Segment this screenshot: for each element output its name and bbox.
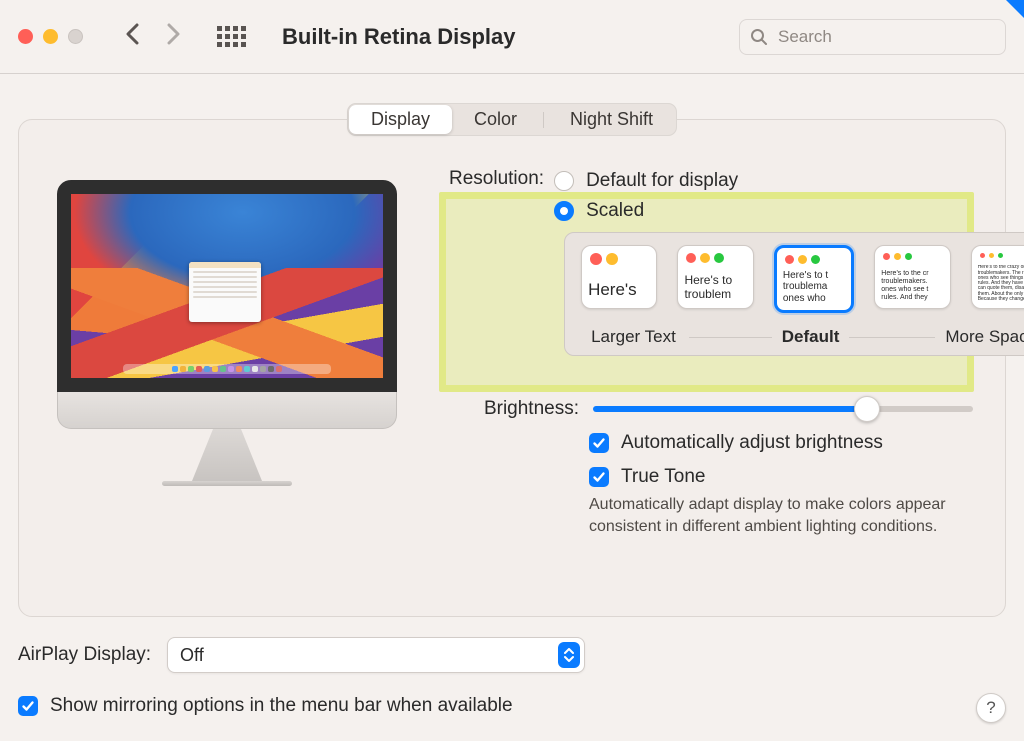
window-title: Built-in Retina Display bbox=[282, 24, 515, 50]
window-traffic-lights bbox=[18, 29, 83, 44]
minimize-window-button[interactable] bbox=[43, 29, 58, 44]
settings-panel: Resolution: Default for display Scaled bbox=[18, 119, 1006, 617]
scale-option-4[interactable]: Here's to the cr troublemakers. ones who… bbox=[874, 245, 950, 309]
true-tone-help-text: Automatically adapt display to make colo… bbox=[589, 494, 959, 537]
close-window-button[interactable] bbox=[18, 29, 33, 44]
page-corner-decoration bbox=[1006, 0, 1024, 18]
scale-label-larger: Larger Text bbox=[581, 327, 686, 347]
checkbox-true-tone-label: True Tone bbox=[621, 466, 706, 488]
select-stepper-icon bbox=[558, 642, 580, 668]
resolution-label: Resolution: bbox=[449, 166, 554, 190]
checkbox-auto-brightness[interactable] bbox=[589, 433, 609, 453]
scale-label-more-space: More Space bbox=[935, 327, 1024, 347]
tab-bar: Display Color Night Shift bbox=[347, 103, 677, 136]
radio-default-for-display[interactable] bbox=[554, 171, 574, 191]
search-field-wrapper[interactable] bbox=[739, 19, 1006, 55]
checkbox-show-mirroring[interactable] bbox=[18, 696, 38, 716]
help-button[interactable]: ? bbox=[976, 693, 1006, 723]
airplay-display-label: AirPlay Display: bbox=[18, 644, 151, 666]
tab-separator bbox=[543, 112, 544, 128]
brightness-slider[interactable] bbox=[593, 406, 973, 412]
scale-option-5[interactable]: Here's to the crazy one troublemakers. T… bbox=[971, 245, 1024, 309]
scale-label-default: Default bbox=[772, 327, 850, 347]
show-all-prefs-button[interactable] bbox=[217, 26, 246, 47]
tab-night-shift[interactable]: Night Shift bbox=[548, 105, 675, 134]
brightness-label: Brightness: bbox=[449, 398, 589, 420]
scale-option-3-selected[interactable]: Here's to t troublema ones who bbox=[774, 245, 854, 313]
help-icon: ? bbox=[986, 698, 995, 718]
window-toolbar: Built-in Retina Display bbox=[0, 0, 1024, 74]
checkbox-true-tone[interactable] bbox=[589, 467, 609, 487]
search-icon bbox=[750, 28, 768, 46]
scaled-resolution-picker: Here's Here's to troublem Here's to t tr… bbox=[564, 232, 1024, 356]
tab-display[interactable]: Display bbox=[349, 105, 452, 134]
fullscreen-window-button[interactable] bbox=[68, 29, 83, 44]
forward-button[interactable] bbox=[167, 23, 181, 50]
back-button[interactable] bbox=[125, 23, 139, 50]
scale-option-2[interactable]: Here's to troublem bbox=[677, 245, 753, 309]
radio-scaled-label: Scaled bbox=[586, 200, 644, 222]
radio-scaled[interactable] bbox=[554, 201, 574, 221]
radio-default-for-display-label: Default for display bbox=[586, 170, 738, 192]
checkbox-show-mirroring-label: Show mirroring options in the menu bar w… bbox=[50, 695, 513, 717]
airplay-display-select[interactable]: Off bbox=[167, 637, 585, 673]
brightness-slider-knob[interactable] bbox=[854, 396, 880, 422]
checkbox-auto-brightness-label: Automatically adjust brightness bbox=[621, 432, 883, 454]
scale-option-1[interactable]: Here's bbox=[581, 245, 657, 309]
airplay-display-value: Off bbox=[180, 645, 204, 666]
display-preview bbox=[57, 180, 397, 486]
search-input[interactable] bbox=[776, 26, 995, 48]
tab-color[interactable]: Color bbox=[452, 105, 539, 134]
